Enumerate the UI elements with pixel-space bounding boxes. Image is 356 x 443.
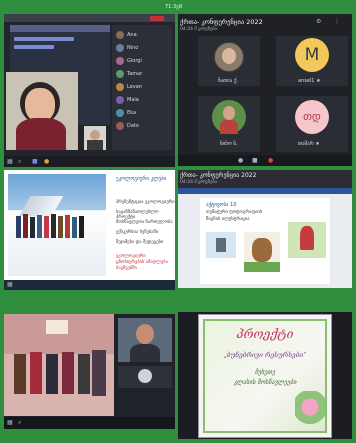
illustration-snow bbox=[206, 232, 236, 258]
participant-name: Dato bbox=[127, 123, 139, 129]
meeting-subtitle: 04:24 მ ყოფნება bbox=[180, 27, 218, 32]
poster-line: „ბუნებრივი რესურსები“ bbox=[223, 351, 307, 359]
doc-heading: აქტივობა 10 bbox=[206, 202, 237, 208]
doc-line: თემატური ფოტოგრაფიის bbox=[206, 210, 263, 215]
slide-red-text: ეკოლოგიური ცნობიერების ამაღლება ბავშვებშ… bbox=[116, 254, 168, 271]
leave-button[interactable] bbox=[150, 16, 164, 21]
snow-group-photo bbox=[8, 174, 106, 276]
flower-decoration bbox=[295, 391, 325, 431]
meeting-title: ქრთა- კონფერენცია 2022 bbox=[180, 18, 263, 26]
avatar-letter-m: M bbox=[295, 38, 329, 72]
avatar bbox=[116, 109, 124, 117]
avatar bbox=[116, 31, 124, 39]
participant-video bbox=[84, 126, 106, 150]
participant-name: ansel1 ★ bbox=[298, 78, 321, 84]
avatar-letter-td: თდ bbox=[295, 100, 329, 134]
hangup-icon[interactable]: ● bbox=[268, 157, 273, 164]
more-icon[interactable]: ⋮ bbox=[334, 18, 340, 25]
taskbar: ▦ ⌕ ■ ● bbox=[4, 156, 175, 167]
participant-name: Levan bbox=[127, 84, 142, 90]
participant-tile: M ansel1 ★ bbox=[276, 36, 348, 86]
bullet-item: პრეზენტაცია ეკოლოგიური bbox=[116, 200, 175, 205]
call-controls: ● ■ ● bbox=[178, 155, 352, 166]
doc-page: აქტივობა 10 თემატური ფოტოგრაფიის წიგნის … bbox=[200, 198, 330, 284]
doc-line: წიგნის ილუსტრაცია bbox=[206, 217, 250, 222]
participant-name: ნათია ქ. bbox=[218, 78, 239, 84]
teams-call-panel: Ana Nino Giorgi Tamar Levan Maia Eka Dat… bbox=[4, 14, 175, 167]
participant-tile: ნინო ნ. bbox=[198, 96, 260, 152]
avatar bbox=[116, 70, 124, 78]
illustration-fairy bbox=[288, 222, 326, 258]
search-icon[interactable]: ⌕ bbox=[18, 419, 21, 427]
participant-name: Giorgi bbox=[127, 58, 142, 64]
avatar bbox=[116, 96, 124, 104]
poster-heading: პროექტი bbox=[236, 327, 294, 341]
classroom-video bbox=[4, 314, 114, 416]
browser-icon[interactable]: ● bbox=[44, 158, 49, 165]
teams-icon[interactable]: ■ bbox=[32, 158, 38, 165]
camera-icon[interactable]: ■ bbox=[252, 157, 258, 164]
tablet-frame: პროექტი „ბუნებრივი რესურსები“ მეხუთე კლა… bbox=[198, 314, 332, 438]
avatar bbox=[138, 369, 152, 383]
settings-icon[interactable]: ⚙ bbox=[316, 18, 321, 25]
classroom-call-panel: ▦ ⌕ bbox=[4, 314, 175, 429]
document-panel: ქრთა- კონფერენცია 2022 04:24 მ ყოფნება ა… bbox=[178, 170, 352, 288]
participant-name: თამარ ★ bbox=[298, 141, 320, 147]
meeting-subtitle: 04:24 მ ყოფნება bbox=[180, 180, 218, 185]
word-window: აქტივობა 10 თემატური ფოტოგრაფიის წიგნის … bbox=[178, 188, 352, 288]
ribbon bbox=[178, 188, 352, 194]
taskbar: ▦ ⌕ bbox=[4, 417, 175, 429]
participants-pane: Ana Nino Giorgi Tamar Levan Maia Eka Dat… bbox=[112, 25, 172, 150]
meeting-title: ქრთა- კონფერენცია 2022 bbox=[180, 172, 257, 179]
participant-name: Tamar bbox=[127, 71, 143, 77]
presentation-panel: ეკოლოგიური კლუბი პრეზენტაცია ეკოლოგიური … bbox=[4, 170, 175, 290]
meeting-grid-panel: ქრთა- კონფერენცია 2022 04:24 მ ყოფნება ⚙… bbox=[178, 14, 352, 166]
poster-line: კლასის მოსწავლეები bbox=[233, 379, 297, 386]
participant-tile bbox=[118, 366, 172, 388]
speaker-video bbox=[6, 72, 78, 150]
windows-icon[interactable]: ▦ bbox=[7, 281, 13, 288]
avatar bbox=[116, 44, 124, 52]
participant-name: Ana bbox=[127, 32, 137, 38]
windows-icon[interactable]: ▦ bbox=[7, 158, 13, 165]
bullet-item: საგანმანათლებლო პროექტი bbox=[116, 210, 159, 220]
mic-icon[interactable]: ● bbox=[238, 157, 243, 164]
top-time: 71.3გ8 bbox=[165, 4, 183, 10]
participant-tile: ნათია ქ. bbox=[198, 36, 260, 86]
project-card-panel: პროექტი „ბუნებრივი რესურსები“ მეხუთე კლა… bbox=[178, 312, 352, 439]
illustration-animals bbox=[244, 232, 280, 272]
poster-line: მეხუთე bbox=[254, 369, 276, 376]
slide-title: ეკოლოგიური კლუბი bbox=[116, 176, 167, 182]
avatar-initials: M bbox=[304, 45, 320, 65]
windows-icon[interactable]: ▦ bbox=[7, 419, 13, 426]
search-icon[interactable]: ⌕ bbox=[18, 158, 21, 166]
avatar bbox=[116, 83, 124, 91]
avatar bbox=[116, 122, 124, 130]
bullet-item: მოსწავლეთა ჩართულობა bbox=[116, 220, 173, 225]
participant-name: Nino bbox=[127, 45, 139, 51]
project-poster: პროექტი „ბუნებრივი რესურსები“ მეხუთე კლა… bbox=[203, 319, 327, 433]
participant-name: Eka bbox=[127, 110, 137, 116]
taskbar: ▦ bbox=[4, 280, 175, 290]
participant-name: Maia bbox=[127, 97, 139, 103]
bullet-item: ექსკურსია ბუნებაში bbox=[116, 230, 159, 235]
self-video bbox=[118, 318, 172, 362]
avatar-initials: თდ bbox=[303, 110, 321, 123]
participant-name: ნინო ნ. bbox=[220, 141, 238, 147]
avatar bbox=[116, 57, 124, 65]
participant-tile: თდ თამარ ★ bbox=[276, 96, 348, 152]
bullet-item: შეჯამება და შედეგები bbox=[116, 240, 164, 245]
